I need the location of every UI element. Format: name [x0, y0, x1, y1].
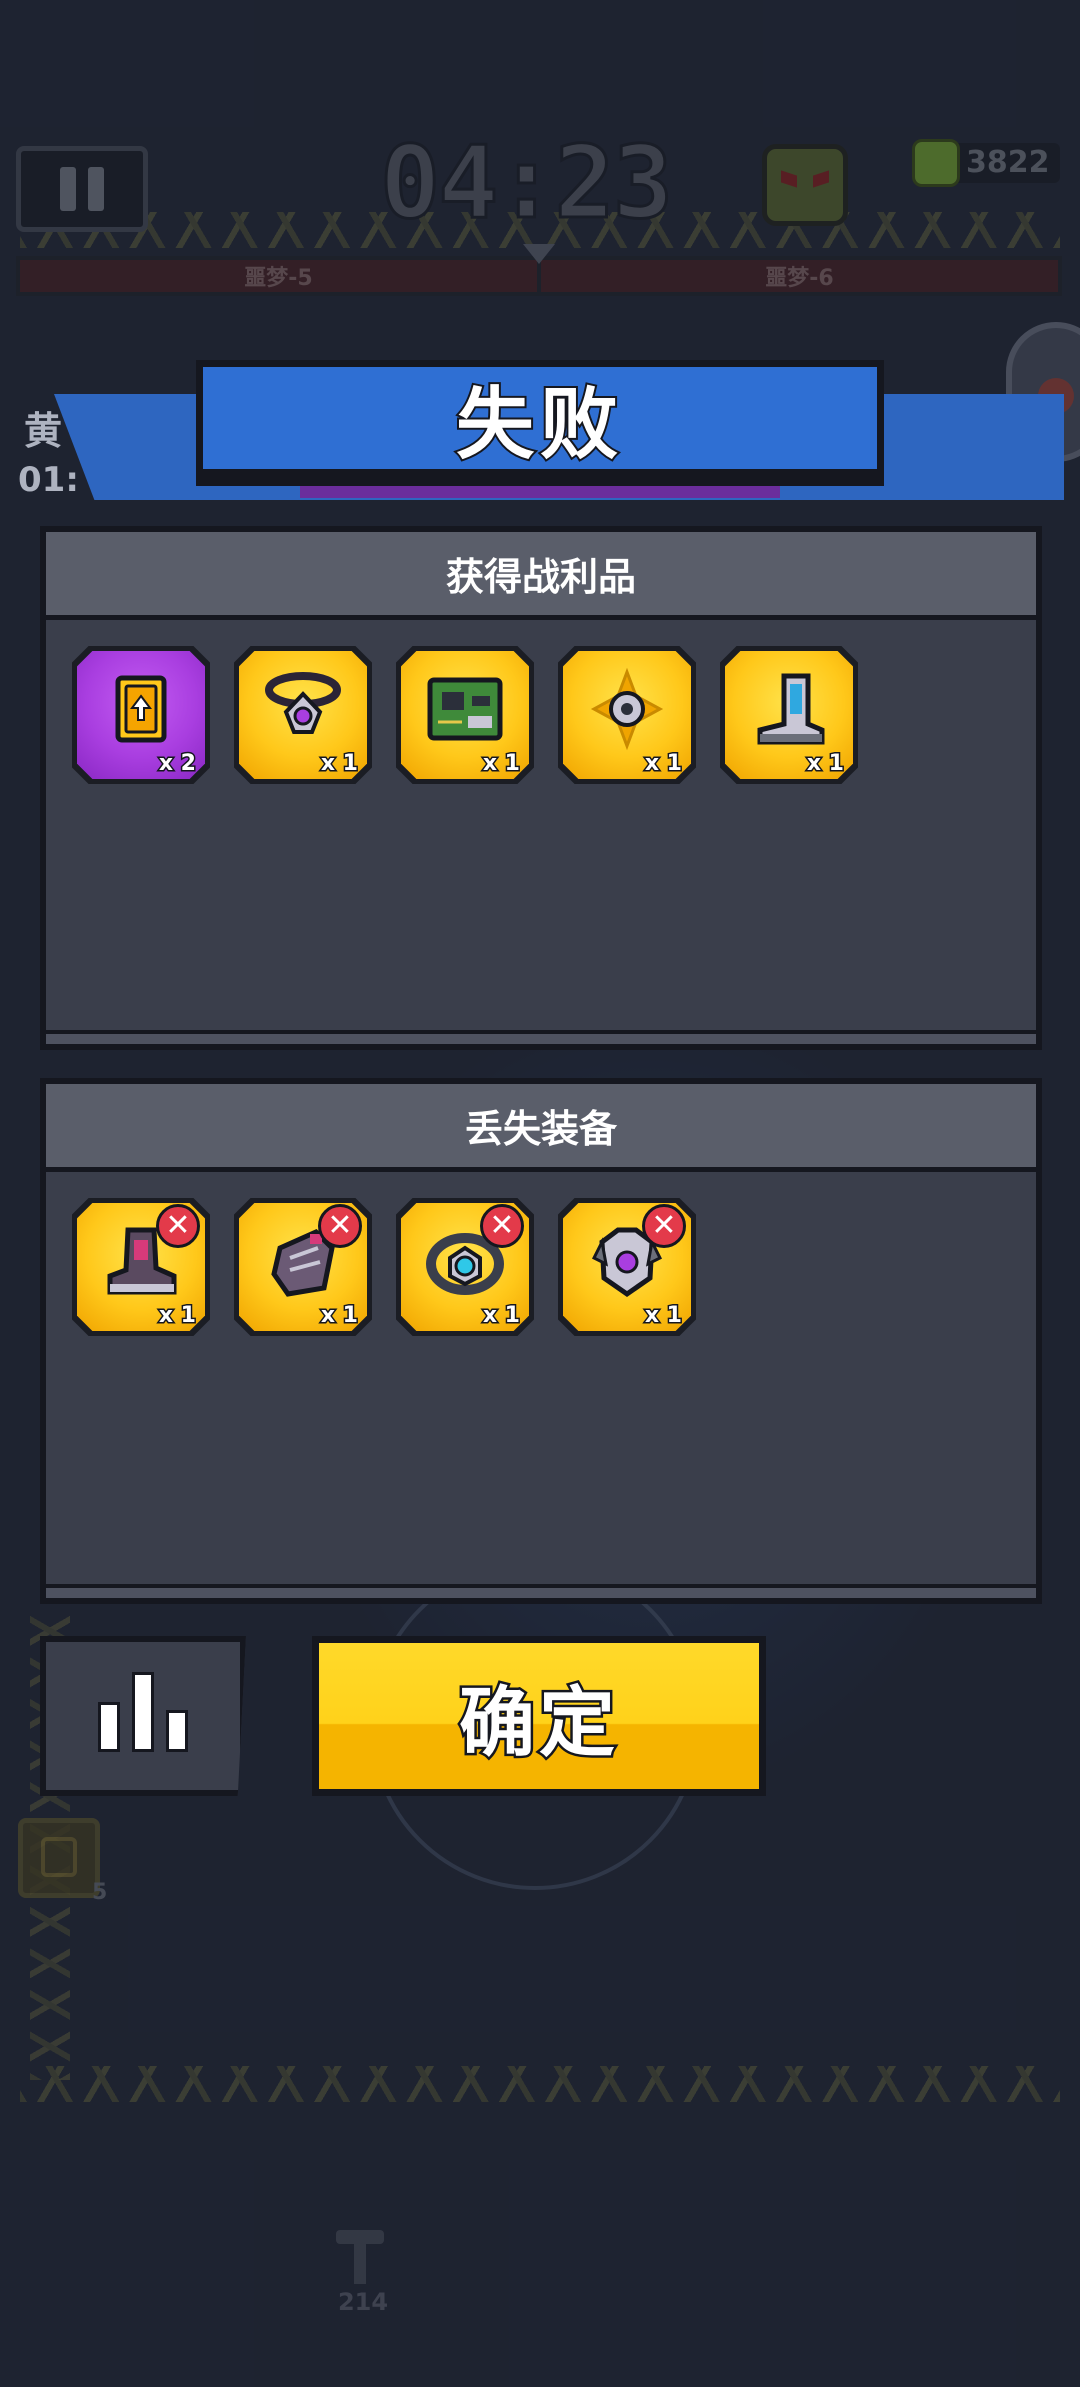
loot-item-qty: x 1	[319, 750, 359, 778]
lost-item-gloves[interactable]: ✕ x 1	[234, 1198, 372, 1336]
loot-panel: 获得战利品 x 2 x 1 x 1 x 1 x 1	[40, 526, 1042, 1050]
loot-item-upgrade-card[interactable]: x 2	[72, 646, 210, 784]
loot-item-qty: x 2	[157, 750, 197, 778]
loot-item-boots[interactable]: x 1	[720, 646, 858, 784]
lost-x-icon: ✕	[318, 1204, 362, 1248]
result-title: 失败	[454, 378, 624, 472]
bar-chart-icon	[98, 1702, 120, 1752]
upgrade-card-icon	[115, 675, 167, 743]
loot-item-circuit-board[interactable]: x 1	[396, 646, 534, 784]
loot-item-necklace[interactable]: x 1	[234, 646, 372, 784]
title-banner-stripe	[300, 482, 780, 498]
lost-item-list: ✕ x 1 ✕ x 1 ✕ x 1 ✕ x 1	[46, 1172, 1036, 1336]
lost-equipment-panel: 丢失装备 ✕ x 1 ✕ x 1 ✕ x 1 ✕ x 1	[40, 1078, 1042, 1604]
loot-header: 获得战利品	[46, 532, 1036, 620]
left-edge-timer: 01:	[18, 460, 79, 500]
lost-item-qty: x 1	[481, 1302, 521, 1330]
loot-item-qty: x 1	[643, 750, 683, 778]
lost-item-qty: x 1	[643, 1302, 683, 1330]
lost-item-armor[interactable]: ✕ x 1	[558, 1198, 696, 1336]
boots-icon	[757, 673, 825, 745]
lost-x-icon: ✕	[642, 1204, 686, 1248]
lost-x-icon: ✕	[480, 1204, 524, 1248]
lost-x-icon: ✕	[156, 1204, 200, 1248]
gear-core-icon	[590, 667, 664, 751]
confirm-label: 确定	[457, 1676, 619, 1770]
necklace-icon	[265, 672, 341, 734]
lost-item-qty: x 1	[319, 1302, 359, 1330]
loot-item-gear-core[interactable]: x 1	[558, 646, 696, 784]
lost-header: 丢失装备	[46, 1084, 1036, 1172]
loot-item-qty: x 1	[481, 750, 521, 778]
result-title-banner: 失败	[196, 360, 884, 476]
left-edge-label: 黄	[24, 409, 63, 453]
lost-item-belt[interactable]: ✕ x 1	[396, 1198, 534, 1336]
lost-item-boots[interactable]: ✕ x 1	[72, 1198, 210, 1336]
gem-icon	[912, 139, 960, 187]
stats-button[interactable]	[40, 1636, 246, 1796]
confirm-button[interactable]: 确定	[312, 1636, 766, 1796]
loot-panel-footer	[46, 1030, 1036, 1044]
loot-item-list: x 2 x 1 x 1 x 1 x 1	[46, 620, 1036, 784]
lost-item-qty: x 1	[157, 1302, 197, 1330]
lost-panel-footer	[46, 1584, 1036, 1598]
loot-item-qty: x 1	[805, 750, 845, 778]
circuit-board-icon	[427, 677, 503, 741]
